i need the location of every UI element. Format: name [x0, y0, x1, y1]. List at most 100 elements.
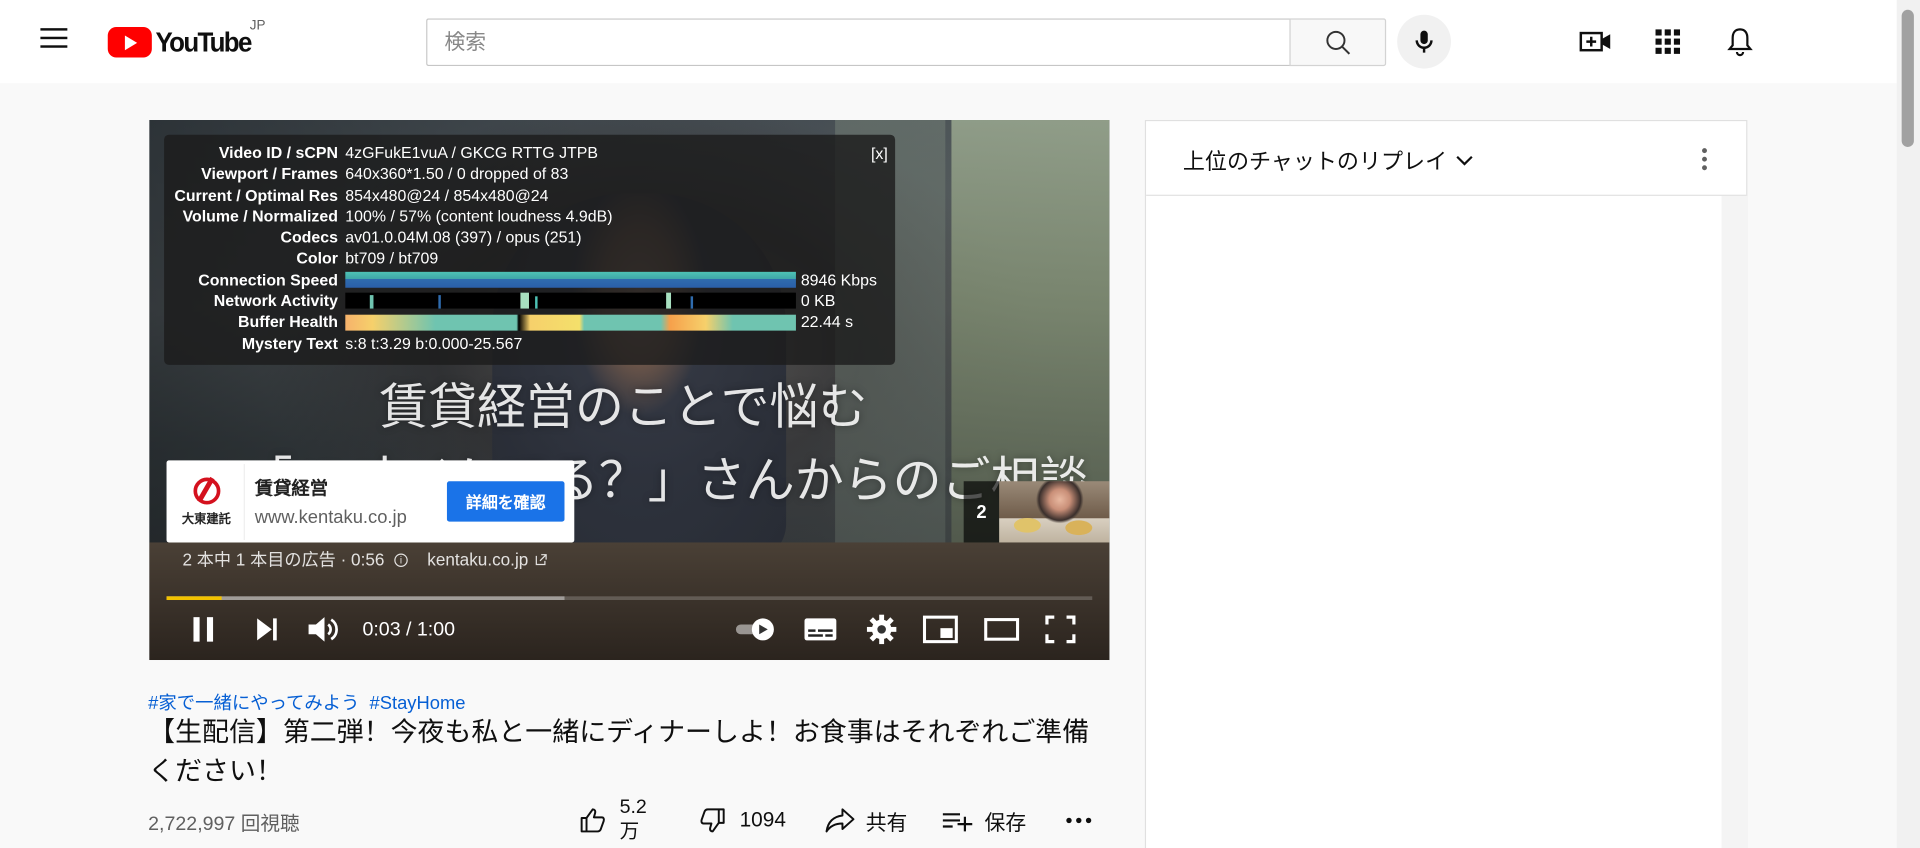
- page-scrollbar-thumb[interactable]: [1901, 9, 1914, 147]
- progress-bar[interactable]: [166, 596, 1093, 601]
- theater-mode-button[interactable]: [980, 610, 1024, 649]
- notifications-button[interactable]: [1720, 22, 1759, 61]
- stats-row: Color bt709 / bt709: [296, 249, 439, 268]
- chat-header: 上位のチャットのリプレイ: [1146, 121, 1747, 196]
- stats-row: Video ID / sCPN 4zGFukE1vuA / GKCG RTTG J…: [218, 143, 599, 162]
- dislike-icon: [700, 808, 725, 833]
- settings-gear-icon: [866, 614, 897, 645]
- video-title: 【生配信】第二弾！今夜も私と一緒にディナーしよ！お食事はそれぞれご準備ください！: [148, 716, 1090, 787]
- advertiser-logo[interactable]: 大東建託: [169, 463, 245, 540]
- advertiser-logo-text: 大東建託: [181, 512, 231, 526]
- advertiser-logo-mark: [192, 476, 220, 504]
- progress-played: [166, 596, 223, 601]
- hashtag-link[interactable]: #StayHome: [370, 693, 466, 714]
- country-code: JP: [249, 18, 266, 34]
- next-ad-count: 2: [963, 481, 1000, 543]
- theater-mode-icon: [984, 618, 1020, 641]
- like-count: 5.2 万: [619, 797, 647, 843]
- masthead: YouTube JP: [0, 0, 1897, 84]
- info-icon[interactable]: i: [394, 552, 408, 567]
- ad-info-link[interactable]: kentaku.co.jp: [427, 550, 528, 570]
- next-button[interactable]: [247, 610, 286, 649]
- more-actions-button[interactable]: [1063, 796, 1095, 845]
- stats-close-button[interactable]: [x]: [871, 143, 888, 164]
- ad-url: www.kentaku.co.jp: [254, 506, 407, 528]
- stats-row: Volume / Normalized 100% / 57% (content l…: [182, 206, 613, 226]
- search-button[interactable]: [1289, 18, 1387, 67]
- stats-row: Buffer Health 22.44 s: [238, 312, 854, 332]
- pause-icon: [193, 617, 214, 642]
- pause-button[interactable]: [184, 610, 223, 649]
- stats-row: Network Activity 0 KB: [213, 291, 836, 310]
- chat-messages: [1146, 195, 1722, 848]
- dislike-button[interactable]: 1094: [698, 796, 786, 845]
- save-playlist-icon: [942, 813, 973, 832]
- next-icon: [257, 618, 277, 641]
- like-button[interactable]: 5.2 万: [578, 796, 647, 845]
- autoplay-toggle-icon: [735, 618, 774, 641]
- youtube-logo[interactable]: YouTube: [107, 24, 259, 58]
- stats-row: Mystery Text s:8 t:3.29 b:0.000-25.567: [241, 333, 523, 353]
- chevron-down-icon: [1456, 155, 1473, 166]
- volume-icon: [308, 617, 338, 642]
- next-ad-thumbnail[interactable]: [999, 481, 1110, 543]
- save-label: 保存: [984, 811, 1027, 835]
- ad-info-text: 2 本中 1 本目の広告 · 0:56: [182, 549, 385, 570]
- create-video-icon: [1579, 31, 1611, 52]
- youtube-logo-icon: [107, 26, 152, 57]
- ad-info-bar: 2 本中 1 本目の広告 · 0:56 i kentaku.co.jp: [182, 547, 548, 571]
- external-link-icon: [536, 554, 548, 566]
- stats-row: Viewport / Frames 640x360*1.50 / 0 droppe…: [201, 164, 569, 183]
- chat-title: 上位のチャットのリプレイ: [1182, 149, 1448, 174]
- stats-row: Current / Optimal Res 854x480@24 / 854x48…: [174, 185, 549, 204]
- fullscreen-icon: [1045, 615, 1076, 644]
- app-root: YouTube JP 賃貸経営のことで悩む: [0, 0, 1920, 848]
- search-icon: [1325, 30, 1350, 54]
- voice-search-button[interactable]: [1397, 14, 1452, 69]
- search-input[interactable]: [427, 19, 1291, 65]
- video-overlay-caption-line1: 賃貸経営のことで悩む: [379, 379, 868, 435]
- search-box: [426, 18, 1291, 67]
- ad-card[interactable]: 大東建託 賃貸経営 www.kentaku.co.jp 詳細を確認: [166, 460, 575, 543]
- bell-icon: [1727, 28, 1753, 57]
- settings-button[interactable]: [860, 610, 904, 649]
- ad-cta-button[interactable]: 詳細を確認: [446, 481, 565, 522]
- view-count: 2,722,997 回視聴: [148, 814, 300, 836]
- save-button[interactable]: 保存: [940, 796, 1026, 845]
- mic-icon: [1415, 30, 1433, 53]
- video-player[interactable]: 賃貸経営のことで悩む 「45 才イケてる？」さんからのご相談 [x] Video…: [149, 120, 1110, 661]
- stats-row: Connection Speed 8946 Kbps: [198, 270, 877, 289]
- stats-row: Codecs av01.0.04M.08 (397) / opus (251): [280, 227, 582, 247]
- hashtag-link[interactable]: #家で一緒にやってみよう: [148, 693, 359, 714]
- time-display: 0:03 / 1:00: [362, 619, 456, 641]
- more-vertical-icon[interactable]: [1692, 144, 1716, 173]
- chat-mode-selector[interactable]: 上位のチャットのリプレイ: [1183, 144, 1474, 176]
- subtitles-button[interactable]: [798, 610, 842, 649]
- connection-speed-graph: [345, 271, 796, 288]
- share-icon: [825, 808, 855, 833]
- share-label: 共有: [865, 811, 908, 835]
- progress-loaded: [166, 596, 565, 601]
- dislike-count: 1094: [739, 808, 786, 832]
- live-chat-panel: 上位のチャットのリプレイ: [1144, 120, 1748, 848]
- more-horizontal-icon: [1066, 817, 1092, 824]
- miniplayer-icon: [922, 615, 958, 644]
- chat-scrollbar[interactable]: [1721, 195, 1748, 848]
- subtitles-icon: [804, 618, 837, 641]
- autoplay-toggle[interactable]: [730, 610, 781, 649]
- next-ad-preview[interactable]: 2: [963, 481, 1110, 543]
- share-button[interactable]: 共有: [824, 796, 907, 845]
- page-scrollbar[interactable]: [1896, 0, 1920, 848]
- ad-advertiser-name: 賃貸経営: [254, 478, 329, 500]
- like-icon: [580, 808, 605, 833]
- logo-text: YouTube: [155, 25, 253, 57]
- miniplayer-button[interactable]: [918, 610, 962, 649]
- menu-icon[interactable]: [32, 22, 76, 61]
- ad-texts: 賃貸経営 www.kentaku.co.jp: [255, 475, 407, 528]
- mute-button[interactable]: [304, 610, 343, 649]
- buffer-health-graph: [345, 314, 796, 331]
- apps-grid-icon: [1655, 29, 1681, 54]
- fullscreen-button[interactable]: [1038, 610, 1082, 649]
- apps-button[interactable]: [1648, 22, 1687, 61]
- create-video-button[interactable]: [1576, 22, 1615, 61]
